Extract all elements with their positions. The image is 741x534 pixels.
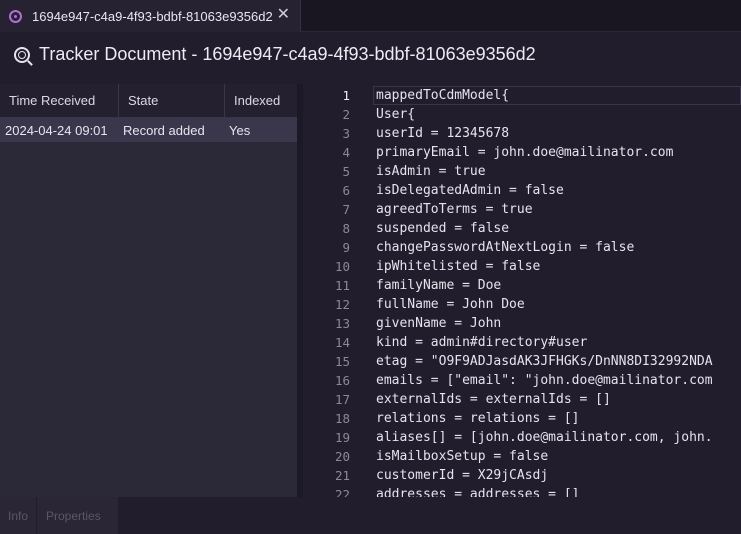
line-text: fullName = John Doe	[376, 297, 525, 312]
table-row[interactable]: 2024-04-24 09:01 Record added Yes	[0, 118, 297, 142]
editor-line[interactable]: 13 givenName = John	[303, 314, 741, 333]
line-number: 5	[342, 164, 350, 179]
history-table: Time Received State Indexed 2024-04-24 0…	[0, 84, 297, 497]
editor-line[interactable]: 20 isMailboxSetup = false	[303, 447, 741, 466]
tracker-icon	[9, 9, 22, 23]
editor-line[interactable]: 16 emails = ["email": "john.doe@mailinato…	[303, 371, 741, 390]
line-number: 10	[334, 259, 350, 274]
column-header-time-received[interactable]: Time Received	[0, 84, 119, 117]
line-number: 15	[334, 354, 350, 369]
editor-line[interactable]: 22 addresses = addresses = []	[303, 485, 741, 497]
line-text: isDelegatedAdmin = false	[376, 183, 564, 198]
line-number: 14	[334, 335, 350, 350]
tab-info[interactable]: Info	[0, 497, 36, 534]
cell-indexed: Yes	[229, 122, 251, 138]
editor-line[interactable]: 5 isAdmin = true	[303, 162, 741, 181]
line-text: externalIds = externalIds = []	[376, 392, 611, 407]
editor-line[interactable]: 11 familyName = Doe	[303, 276, 741, 295]
line-text: emails = ["email": "john.doe@mailinator.…	[376, 373, 713, 388]
editor-line[interactable]: 1 mappedToCdmModel{	[303, 86, 741, 105]
line-number: 4	[342, 145, 350, 160]
line-text: customerId = X29jCAsdj	[376, 468, 549, 483]
line-number: 21	[334, 468, 350, 483]
line-number: 17	[334, 392, 350, 407]
tab-bar: 1694e947-c4a9-4f93-bdbf-81063e9356d2 ✕	[0, 0, 741, 32]
line-number: 3	[342, 126, 350, 141]
line-number: 8	[342, 221, 350, 236]
line-text: aliases[] = [john.doe@mailinator.com, jo…	[376, 430, 713, 445]
line-number: 18	[334, 411, 350, 426]
line-number: 20	[334, 449, 350, 464]
editor-line[interactable]: 18 relations = relations = []	[303, 409, 741, 428]
page-title: Tracker Document - 1694e947-c4a9-4f93-bd…	[39, 44, 536, 64]
bottom-panel: Info Properties	[0, 497, 741, 534]
line-number: 22	[334, 487, 350, 497]
editor-line[interactable]: 9 changePasswordAtNextLogin = false	[303, 238, 741, 257]
editor-line[interactable]: 2 User{	[303, 105, 741, 124]
line-number: 13	[334, 316, 350, 331]
line-number: 11	[334, 278, 350, 293]
line-text: changePasswordAtNextLogin = false	[376, 240, 635, 255]
line-text: ipWhitelisted = false	[376, 259, 541, 274]
code-editor[interactable]: 1 mappedToCdmModel{ 2 User{ 3 userId = 123456…	[303, 84, 741, 497]
editor-line[interactable]: 15 etag = "O9F9ADJasdAK3JFHGKs/DnNN8DI329…	[303, 352, 741, 371]
editor-line[interactable]: 19 aliases[] = [john.doe@mailinator.com, …	[303, 428, 741, 447]
editor-line[interactable]: 10 ipWhitelisted = false	[303, 257, 741, 276]
line-number: 9	[342, 240, 350, 255]
column-header-state[interactable]: State	[119, 84, 225, 117]
line-number: 7	[342, 202, 350, 217]
editor-lines: 1 mappedToCdmModel{ 2 User{ 3 userId = 123456…	[303, 86, 741, 497]
editor-line[interactable]: 3 userId = 12345678	[303, 124, 741, 143]
close-icon[interactable]: ✕	[277, 7, 290, 23]
editor-line[interactable]: 6 isDelegatedAdmin = false	[303, 181, 741, 200]
editor-line[interactable]: 21 customerId = X29jCAsdj	[303, 466, 741, 485]
line-text: primaryEmail = john.doe@mailinator.com	[376, 145, 674, 160]
cell-time-received: 2024-04-24 09:01	[5, 122, 108, 138]
document-header: Tracker Document - 1694e947-c4a9-4f93-bd…	[0, 33, 741, 76]
line-number: 19	[334, 430, 350, 445]
line-text: relations = relations = []	[376, 411, 580, 426]
editor-line[interactable]: 7 agreedToTerms = true	[303, 200, 741, 219]
line-text: userId = 12345678	[376, 126, 510, 141]
editor-line[interactable]: 8 suspended = false	[303, 219, 741, 238]
editor-line[interactable]: 14 kind = admin#directory#user	[303, 333, 741, 352]
tab-title: 1694e947-c4a9-4f93-bdbf-81063e9356d2	[32, 8, 273, 24]
column-header-indexed[interactable]: Indexed	[225, 84, 297, 117]
line-text: mappedToCdmModel{	[376, 88, 510, 103]
line-text: kind = admin#directory#user	[376, 335, 588, 350]
line-number: 16	[334, 373, 350, 388]
line-number: 12	[334, 297, 350, 312]
line-text: isMailboxSetup = false	[376, 449, 549, 464]
line-text: isAdmin = true	[376, 164, 486, 179]
line-text: suspended = false	[376, 221, 510, 236]
line-text: agreedToTerms = true	[376, 202, 533, 217]
line-text: etag = "O9F9ADJasdAK3JFHGKs/DnNN8DI32992…	[376, 354, 713, 369]
document-tab[interactable]: 1694e947-c4a9-4f93-bdbf-81063e9356d2 ✕	[0, 0, 301, 32]
line-number: 2	[342, 107, 350, 122]
line-text: givenName = John	[376, 316, 502, 331]
line-number: 6	[342, 183, 350, 198]
table-header: Time Received State Indexed	[0, 84, 297, 118]
tracker-icon	[14, 46, 30, 63]
line-number: 1	[342, 88, 350, 103]
editor-line[interactable]: 4 primaryEmail = john.doe@mailinator.com	[303, 143, 741, 162]
line-text: User{	[376, 107, 416, 122]
cell-state: Record added	[123, 122, 205, 138]
editor-line[interactable]: 17 externalIds = externalIds = []	[303, 390, 741, 409]
tab-properties[interactable]: Properties	[37, 497, 118, 534]
line-text: familyName = Doe	[376, 278, 502, 293]
line-text: addresses = addresses = []	[376, 487, 580, 497]
editor-line[interactable]: 12 fullName = John Doe	[303, 295, 741, 314]
